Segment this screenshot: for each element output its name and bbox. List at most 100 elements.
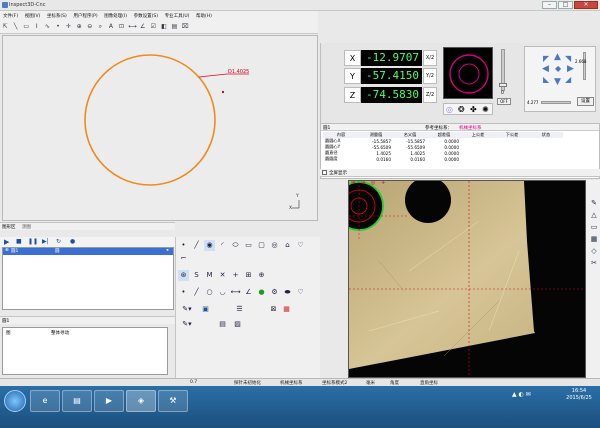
color-icon[interactable]: ▦ [281, 304, 292, 315]
minimize-button[interactable]: – [542, 1, 557, 9]
quad-light-icon[interactable]: ✤ [470, 105, 477, 114]
menu-help[interactable]: 帮助(H) [193, 11, 214, 19]
move-left-icon[interactable]: ◀ [542, 64, 549, 74]
record-icon[interactable]: ● [70, 238, 75, 245]
move-right-icon[interactable]: ▶ [567, 64, 574, 74]
image-icon[interactable]: ▨ [232, 319, 243, 330]
ellipse-tool-icon[interactable]: ⬭ [230, 240, 241, 251]
s-tool-icon[interactable]: S [191, 270, 202, 281]
target-tool-icon[interactable]: ⊛ [178, 270, 189, 281]
report-icon[interactable]: ☰ [234, 304, 245, 315]
taskbar-media-icon[interactable]: ▶ [94, 390, 124, 412]
camera-view[interactable]: ⊕ ⊞ ◎ ✛ [348, 180, 586, 378]
gear-tool-icon[interactable]: ⚙ [269, 287, 280, 298]
arc-tool-icon[interactable]: ◜ [217, 240, 228, 251]
step-icon[interactable]: ▶| [42, 238, 49, 245]
distance-tool-icon[interactable]: ⟷ [230, 287, 241, 298]
overlay-marker-icon[interactable]: ⊕ [351, 181, 355, 186]
pen-dropdown-icon[interactable]: ✎▾ [178, 304, 196, 315]
polyline-tool-icon[interactable]: ⌂ [282, 240, 293, 251]
layer-icon[interactable]: ◧ [160, 22, 168, 32]
line2-tool-icon[interactable]: ╱ [191, 287, 202, 298]
pointer-tool-icon[interactable]: • [178, 240, 189, 251]
pause-icon[interactable]: ❚❚ [28, 238, 38, 245]
menu-image[interactable]: 图像处理(I) [101, 11, 129, 19]
move-tool-icon[interactable]: ⊞ [243, 270, 254, 281]
grid-icon[interactable]: ▦ [589, 234, 599, 244]
set-button[interactable]: 设置 [577, 97, 594, 106]
drawing-canvas[interactable]: D1.4025 Y X [2, 35, 318, 221]
y-half-button[interactable]: Y/2 [423, 68, 437, 84]
arc2-tool-icon[interactable]: ◡ [217, 287, 228, 298]
point-icon[interactable]: • [54, 22, 62, 32]
save-icon[interactable]: ▣ [200, 304, 211, 315]
maximize-button[interactable]: □ [558, 1, 573, 9]
menu-view[interactable]: 视图(V) [22, 11, 43, 19]
menu-program[interactable]: 用户程序(P) [70, 11, 99, 19]
ring-tool-icon[interactable]: ◎ [269, 240, 280, 251]
menu-settings[interactable]: 参数设置(S) [131, 11, 160, 19]
stop-icon[interactable]: ■ [16, 238, 22, 245]
circle-tool-icon[interactable]: ◉ [204, 240, 215, 251]
overlay-cross-icon[interactable]: ✛ [381, 181, 385, 186]
z-half-button[interactable]: Z/2 [423, 87, 437, 103]
list-item[interactable]: ⊕ 圆1 圆 ◂ [3, 248, 173, 255]
taskbar-explorer-icon[interactable]: ▤ [62, 390, 92, 412]
start-button[interactable] [4, 390, 26, 412]
move-up-right-icon[interactable]: ◥ [565, 54, 571, 63]
taskbar-tool-icon[interactable]: ⚒ [158, 390, 188, 412]
angle-tool-icon[interactable]: ∠ [243, 287, 254, 298]
clock-time[interactable]: 16:54 [560, 388, 598, 394]
play-icon[interactable]: ▶ [4, 238, 9, 246]
fit-view-icon[interactable]: ⊡ [118, 22, 126, 32]
move-down-left-icon[interactable]: ◣ [543, 75, 549, 84]
move-up-left-icon[interactable]: ◤ [543, 54, 549, 63]
curve-draw-icon[interactable]: ∿ [43, 22, 51, 32]
select-arrow-icon[interactable]: ⇱ [1, 22, 9, 32]
tray-icons[interactable]: ▲ ◐ ✉ [512, 391, 531, 398]
close-button[interactable]: ✕ [574, 1, 598, 9]
table-row[interactable]: 圆圆度 0.0160 0.0160 0.0000 [323, 156, 563, 162]
overlay-grid-icon[interactable]: ⊞ [361, 181, 365, 186]
full-light-icon[interactable]: ✺ [482, 105, 489, 114]
curve-tool-icon[interactable]: ♡ [295, 240, 306, 251]
corner-tool-icon[interactable]: ⌐ [178, 253, 189, 264]
menu-tools[interactable]: 专业工具(U) [162, 11, 192, 19]
overlay-circle-icon[interactable]: ◎ [371, 181, 375, 186]
tab-graphics[interactable]: 图形区 [2, 224, 16, 230]
menu-coordinate[interactable]: 坐标系(S) [44, 11, 69, 19]
xy-speed-slider[interactable] [541, 101, 571, 104]
line-tool-icon[interactable]: ╱ [191, 240, 202, 251]
cut-icon[interactable]: ✂ [589, 258, 599, 268]
clear-icon[interactable]: ⌧ [181, 22, 189, 32]
rectangle-draw-icon[interactable]: ▭ [22, 22, 30, 32]
pen-icon[interactable]: ✎ [589, 198, 599, 208]
crosshair-icon[interactable]: ✛ [65, 22, 73, 32]
m-tool-icon[interactable]: M [204, 270, 215, 281]
move-down-right-icon[interactable]: ◢ [565, 75, 571, 84]
ring-light-icon[interactable]: ◎ [446, 105, 453, 114]
point-tool-icon[interactable]: • [178, 287, 189, 298]
move-down-icon[interactable]: ▼ [554, 77, 561, 87]
move-up-icon[interactable]: ▲ [554, 52, 561, 62]
clock-date[interactable]: 2015/6/25 [560, 395, 598, 401]
circle2-tool-icon[interactable]: ○ [204, 287, 215, 298]
curve2-tool-icon[interactable]: ♡ [295, 287, 306, 298]
line-draw-icon[interactable]: ╲ [12, 22, 20, 32]
fullscreen-checkbox[interactable] [322, 170, 327, 175]
x-half-button[interactable]: X/2 [423, 50, 437, 66]
segment-light-icon[interactable]: ❂ [458, 105, 465, 114]
triangle-icon[interactable]: △ [589, 210, 599, 220]
measured-circle[interactable] [84, 54, 216, 186]
diamond-icon[interactable]: ◇ [589, 246, 599, 256]
zoom-in-icon[interactable]: ⊕ [75, 22, 83, 32]
text-tool-icon[interactable]: A [107, 22, 115, 32]
slot-tool-icon[interactable]: ▢ [256, 240, 267, 251]
pen2-dropdown-icon[interactable]: ✎▾ [178, 319, 196, 330]
rectangle-tool-icon[interactable]: ▭ [243, 240, 254, 251]
text-insert-icon[interactable]: I [33, 22, 41, 32]
dimension-icon[interactable]: ⟷ [128, 22, 137, 32]
intersect-tool-icon[interactable]: ✕ [217, 270, 228, 281]
slot2-tool-icon[interactable]: ⬬ [282, 287, 293, 298]
clipboard-icon[interactable]: ▤ [217, 319, 228, 330]
